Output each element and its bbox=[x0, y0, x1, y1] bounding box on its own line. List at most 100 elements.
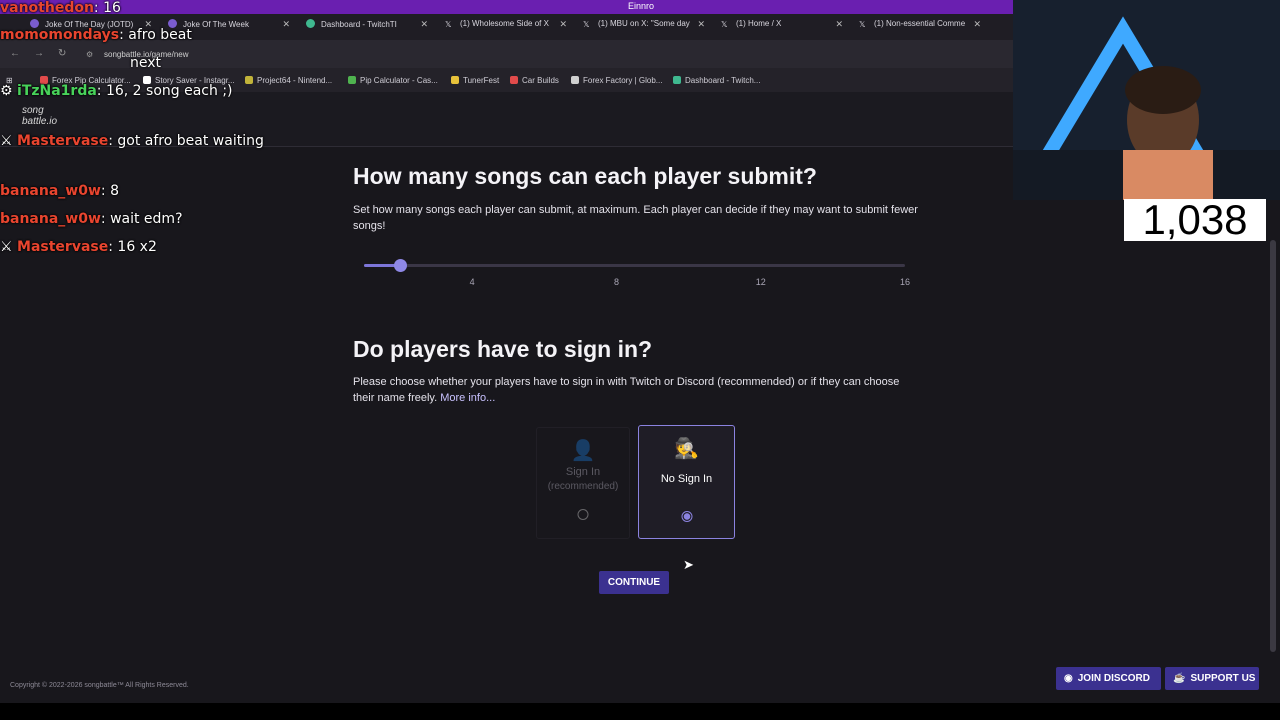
slider-tick-label: 8 bbox=[613, 277, 619, 287]
bookmark-icon bbox=[571, 76, 579, 84]
close-icon[interactable]: ✕ bbox=[420, 19, 428, 30]
tab-label: (1) Home / X bbox=[736, 19, 782, 28]
reload-icon[interactable]: ↻ bbox=[58, 48, 66, 59]
bookmark-label: Pip Calculator - Cas... bbox=[360, 76, 438, 85]
join-discord-label: JOIN DISCORD bbox=[1077, 673, 1150, 684]
incognito-icon: 🕵 bbox=[674, 438, 699, 460]
chat-message: momomondays: afro beat bbox=[0, 27, 192, 43]
bookmark-item[interactable]: Pip Calculator - Cas... bbox=[348, 76, 438, 85]
slider-tick-label: 4 bbox=[469, 277, 475, 287]
browser-tab[interactable]: Dashboard - TwitchTI ✕ bbox=[306, 19, 434, 37]
chat-username: Mastervase bbox=[17, 133, 109, 149]
x-logo-icon: 𝕏 bbox=[859, 20, 866, 29]
bookmark-item[interactable]: Project64 - Nintend... bbox=[245, 76, 332, 85]
chat-message: banana_w0w: wait edm? bbox=[0, 211, 183, 227]
support-us-button[interactable]: ☕ SUPPORT US bbox=[1165, 667, 1259, 690]
songs-section-title: How many songs can each player submit? bbox=[353, 163, 817, 189]
chat-message: ⚔ Mastervase: got afro beat waiting bbox=[0, 133, 264, 149]
browser-tab[interactable]: 𝕏 (1) MBU on X: "Some day ✕ bbox=[583, 19, 711, 37]
sign-in-option-label: Sign In bbox=[565, 466, 601, 478]
sign-in-option-card[interactable]: 👤 Sign In (recommended) bbox=[536, 427, 630, 539]
taskbar-strip bbox=[0, 703, 1280, 720]
chat-text: wait edm? bbox=[110, 211, 183, 227]
signin-description-text: Please choose whether your players have … bbox=[353, 376, 900, 404]
sign-in-option-sublabel: (recommended) bbox=[547, 481, 619, 492]
slider-tick-label: 12 bbox=[755, 277, 766, 287]
support-us-label: SUPPORT US bbox=[1190, 673, 1256, 684]
no-sign-in-option-card[interactable]: 🕵 No Sign In bbox=[638, 425, 735, 539]
viewer-counter: 1,038 bbox=[1124, 199, 1266, 241]
continue-button[interactable]: CONTINUE bbox=[599, 571, 669, 594]
bookmark-icon bbox=[510, 76, 518, 84]
chat-username: banana_w0w bbox=[0, 211, 101, 227]
bookmark-label: Car Builds bbox=[522, 76, 559, 85]
bookmark-icon bbox=[673, 76, 681, 84]
page-scrollbar[interactable] bbox=[1270, 240, 1276, 652]
bookmark-item[interactable]: Forex Factory | Glob... bbox=[571, 76, 662, 85]
bookmark-item[interactable]: Dashboard - Twitch... bbox=[673, 76, 760, 85]
mouse-cursor-icon: ➤ bbox=[683, 557, 694, 572]
no-sign-in-option-label: No Sign In bbox=[660, 473, 713, 485]
webcam-feed bbox=[1013, 0, 1280, 200]
close-icon[interactable]: ✕ bbox=[282, 19, 290, 30]
x-logo-icon: 𝕏 bbox=[583, 20, 590, 29]
chat-text: 16 bbox=[103, 0, 121, 16]
chat-username: iTzNa1rda bbox=[17, 83, 97, 99]
browser-tab[interactable]: 𝕏 (1) Wholesome Side of X ✕ bbox=[445, 19, 573, 37]
more-info-link[interactable]: More info... bbox=[440, 392, 495, 404]
browser-tab[interactable]: 𝕏 (1) Non-essential Comme ✕ bbox=[859, 19, 987, 37]
x-logo-icon: 𝕏 bbox=[721, 20, 728, 29]
bookmark-label: TunerFest bbox=[463, 76, 500, 85]
x-logo-icon: 𝕏 bbox=[445, 20, 452, 29]
sign-in-radio[interactable] bbox=[577, 509, 589, 520]
window-title: Einnro bbox=[628, 1, 655, 11]
site-logo[interactable]: song battle.io bbox=[22, 105, 57, 127]
site-info-icon[interactable]: ⚙ bbox=[86, 50, 93, 59]
bookmark-icon bbox=[451, 76, 459, 84]
bookmark-item[interactable]: Car Builds bbox=[510, 76, 559, 85]
user-icon: 👤 bbox=[570, 440, 596, 462]
forward-icon[interactable]: → bbox=[34, 48, 44, 59]
chat-username: momomondays bbox=[0, 27, 120, 43]
no-sign-in-radio[interactable] bbox=[681, 511, 692, 522]
bookmark-icon bbox=[348, 76, 356, 84]
tab-label: (1) MBU on X: "Some day bbox=[598, 19, 690, 28]
close-icon[interactable]: ✕ bbox=[697, 19, 705, 30]
chat-badge-icon: ⚙ bbox=[0, 83, 18, 99]
tab-label: Dashboard - TwitchTI bbox=[321, 20, 397, 29]
chat-text: afro beat bbox=[128, 27, 192, 43]
slider-tick-label: 16 bbox=[899, 277, 911, 287]
bookmark-item[interactable]: TunerFest bbox=[451, 76, 499, 85]
chat-message: vanothedon: 16 bbox=[0, 0, 121, 16]
tab-favicon-icon bbox=[306, 19, 315, 28]
chat-message: next bbox=[130, 55, 161, 71]
bookmark-label: Dashboard - Twitch... bbox=[685, 76, 761, 85]
logo-line-1: song bbox=[22, 105, 44, 116]
bookmark-icon bbox=[245, 76, 253, 84]
signin-section-title: Do players have to sign in? bbox=[353, 336, 653, 362]
chat-text: got afro beat waiting bbox=[117, 133, 264, 149]
join-discord-button[interactable]: ◉ JOIN DISCORD bbox=[1056, 667, 1161, 690]
window-title-bar: Einnro bbox=[0, 0, 1013, 14]
tab-label: Joke Of The Week bbox=[183, 20, 249, 29]
discord-icon: ◉ bbox=[1064, 673, 1073, 684]
chat-message: ⚔ Mastervase: 16 x2 bbox=[0, 239, 157, 255]
chat-username: Mastervase bbox=[17, 239, 109, 255]
chat-badge-icon: ⚔ bbox=[0, 133, 18, 149]
chat-badge-icon: ⚔ bbox=[0, 239, 18, 255]
songs-slider-track[interactable] bbox=[364, 264, 905, 267]
tab-label: (1) Non-essential Comme bbox=[874, 19, 966, 28]
close-icon[interactable]: ✕ bbox=[973, 19, 981, 30]
logo-line-2: battle.io bbox=[22, 116, 58, 127]
back-icon[interactable]: ← bbox=[10, 48, 20, 59]
close-icon[interactable]: ✕ bbox=[559, 19, 567, 30]
coffee-icon: ☕ bbox=[1173, 673, 1186, 684]
close-icon[interactable]: ✕ bbox=[835, 19, 843, 30]
chat-username: vanothedon bbox=[0, 0, 94, 16]
browser-tab[interactable]: 𝕏 (1) Home / X ✕ bbox=[721, 19, 849, 37]
chat-text: 8 bbox=[110, 183, 119, 199]
songs-slider-thumb[interactable] bbox=[394, 259, 408, 272]
bookmark-label: Project64 - Nintend... bbox=[257, 76, 333, 85]
webcam-image bbox=[1013, 0, 1280, 200]
chat-message: banana_w0w: 8 bbox=[0, 183, 119, 199]
